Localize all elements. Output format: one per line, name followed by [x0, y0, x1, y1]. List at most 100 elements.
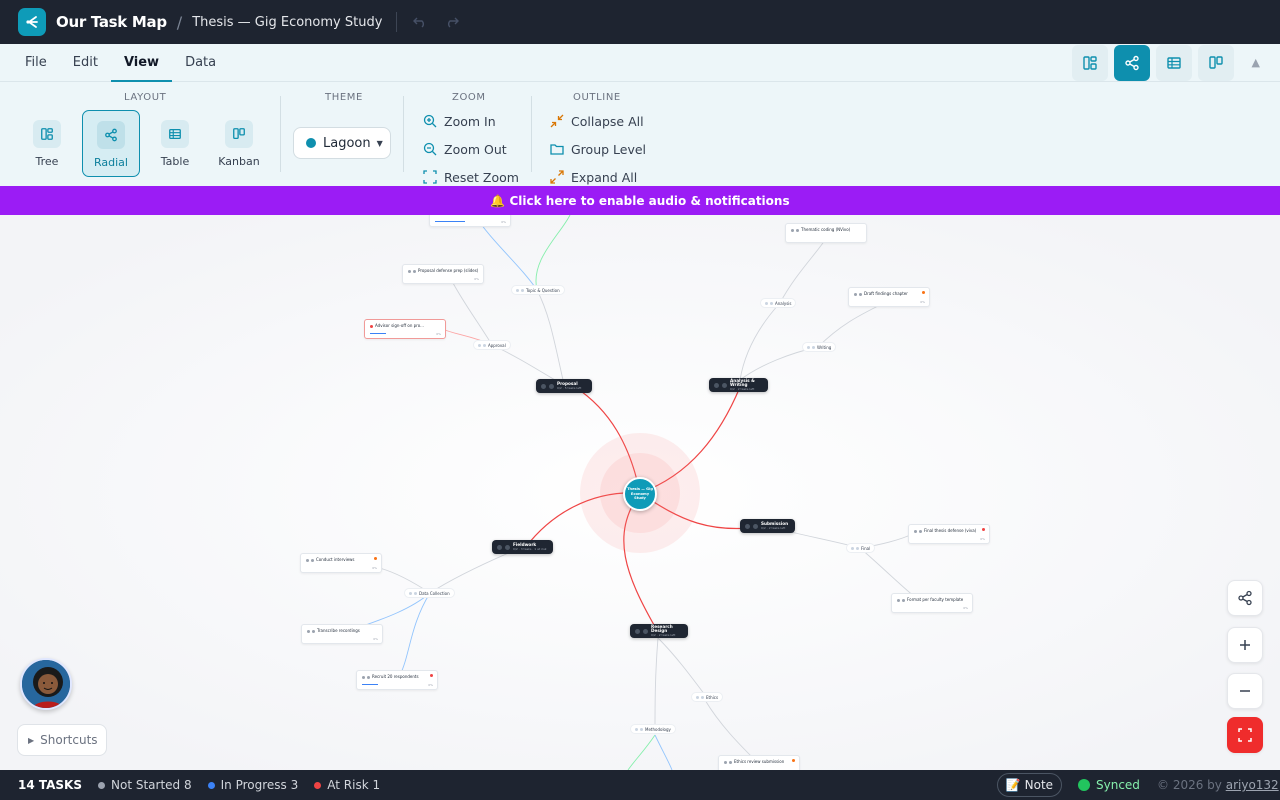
menu-edit[interactable]: Edit	[60, 44, 111, 81]
chevron-down-icon: ▼	[376, 138, 383, 148]
radial-view-icon[interactable]	[1114, 45, 1150, 81]
menu-view[interactable]: View	[110, 44, 173, 82]
branch-node-research-design[interactable]: Research Design 0/2 · 2 tasks left	[630, 624, 688, 638]
reset-zoom-icon	[423, 170, 437, 184]
task-label: Format per faculty template	[907, 597, 964, 602]
theme-select[interactable]: Lagoon ▼	[293, 127, 391, 159]
group-label: Writing	[817, 344, 832, 350]
branch-sub: 0/2 · 5 tasks left	[557, 386, 582, 391]
header-divider	[396, 12, 398, 32]
layout-kanban-label: Kanban	[218, 155, 260, 168]
menu-file[interactable]: File	[12, 44, 60, 81]
group-node-analysis[interactable]: Analysis	[760, 298, 797, 308]
kanban-view-icon[interactable]	[1198, 45, 1234, 81]
reset-zoom-label: Reset Zoom	[444, 169, 519, 185]
task-card[interactable]: Final thesis defense (viva) 0%	[908, 524, 990, 544]
group-node-final[interactable]: Final	[846, 543, 876, 553]
group-node-approval[interactable]: Approval	[473, 340, 511, 350]
status-in-progress[interactable]: In Progress 3	[207, 778, 298, 792]
expand-all-button[interactable]: Expand All	[550, 167, 637, 187]
group-level-button[interactable]: Group Level	[550, 139, 646, 159]
group-node-topic[interactable]: Topic & Question	[511, 285, 565, 295]
zoom-in-icon	[1240, 640, 1250, 650]
app-logo-icon[interactable]	[18, 8, 46, 36]
task-label: Draft findings chapter	[864, 291, 908, 296]
layout-tree-label: Tree	[35, 155, 59, 168]
layout-radial-button[interactable]: Radial	[82, 110, 140, 177]
task-card[interactable]: Format per faculty template 0%	[891, 593, 973, 613]
canvas-zoom-in-button[interactable]	[1227, 627, 1263, 663]
synced-icon	[1078, 779, 1090, 791]
layout-table-label: Table	[160, 155, 190, 168]
group-node-writing[interactable]: Writing	[802, 342, 837, 352]
copyright-prefix: © 2026 by	[1157, 778, 1222, 792]
layout-tree-button[interactable]: Tree	[18, 110, 76, 177]
status-at-risk[interactable]: At Risk 1	[314, 778, 380, 792]
copyright: © 2026 by ariyo132	[1157, 778, 1279, 792]
task-card[interactable]: Recruit 20 respondents 0%	[356, 670, 438, 690]
group-node-ethics[interactable]: Ethics	[691, 692, 724, 702]
collapse-all-button[interactable]: Collapse All	[550, 111, 644, 131]
enable-notifications-banner[interactable]: 🔔 Click here to enable audio & notificat…	[0, 186, 1280, 215]
share-button[interactable]	[1227, 580, 1263, 616]
table-view-icon[interactable]	[1156, 45, 1192, 81]
task-card[interactable]: Conduct interviews 0%	[300, 553, 382, 573]
assistant-avatar[interactable]	[20, 658, 72, 710]
group-node-methodology[interactable]: Methodology	[630, 724, 676, 734]
task-card[interactable]: Proposal defense prep (slides) 0%	[402, 264, 484, 284]
task-card[interactable]: Transcribe recordings 0%	[301, 624, 383, 644]
task-label: Transcribe recordings	[317, 628, 360, 633]
fullscreen-button[interactable]	[1227, 717, 1263, 753]
breadcrumb-separator: /	[176, 12, 183, 32]
menu-bar: File Edit View Data ▲	[0, 44, 1280, 82]
shortcuts-toggle[interactable]: ▶ Shortcuts	[17, 724, 107, 756]
theme-color-swatch	[306, 138, 316, 148]
zoom-out-icon	[1240, 690, 1250, 692]
branch-sub: 0/2 · 3 tasks · 1 at risk	[513, 547, 547, 552]
group-label: Final	[861, 545, 871, 551]
menu-data[interactable]: Data	[172, 44, 229, 81]
group-node-data-collection[interactable]: Data Collection	[404, 588, 455, 598]
group-label: Analysis	[775, 300, 792, 306]
branch-node-analysis[interactable]: Analysis & Writing 0/2 · 2 tasks left	[709, 378, 768, 392]
author-link[interactable]: ariyo132	[1226, 778, 1279, 792]
table-icon	[161, 120, 189, 148]
group-label: Methodology	[645, 726, 671, 732]
task-card[interactable]: Ethics review submission	[718, 755, 800, 770]
sync-status: Synced	[1078, 778, 1140, 792]
status-not-started[interactable]: Not Started 8	[98, 778, 192, 792]
group-level-label: Group Level	[571, 141, 647, 157]
ribbon-divider	[403, 96, 404, 172]
layout-kanban-button[interactable]: Kanban	[210, 110, 268, 177]
expand-all-label: Expand All	[571, 169, 638, 185]
canvas-zoom-out-button[interactable]	[1227, 673, 1263, 709]
mindmap-canvas[interactable]: 0% Thesis — Gig Economy Study Proposal 0/…	[0, 215, 1280, 770]
branch-node-fieldwork[interactable]: Fieldwork 0/2 · 3 tasks · 1 at risk	[492, 540, 553, 554]
branch-title: Research Design	[651, 623, 673, 633]
ribbon-divider	[531, 96, 532, 172]
tree-view-icon[interactable]	[1072, 45, 1108, 81]
redo-icon[interactable]	[445, 16, 460, 28]
note-button[interactable]: 📝 Note	[997, 773, 1062, 797]
task-card-cut[interactable]: 0%	[429, 215, 511, 227]
document-title[interactable]: Thesis — Gig Economy Study	[192, 15, 382, 30]
collapse-ribbon-icon[interactable]: ▲	[1252, 56, 1260, 69]
ribbon-toolbar: LAYOUT Tree Radial Table Kanban THEME La…	[0, 82, 1280, 186]
branch-node-proposal[interactable]: Proposal 0/2 · 5 tasks left	[536, 379, 592, 393]
task-label: Advisor sign-off on pro...	[375, 323, 424, 328]
zoom-out-button[interactable]: Zoom Out	[423, 139, 507, 159]
play-icon: ▶	[28, 735, 35, 745]
branch-node-submission[interactable]: Submission 0/2 · 2 tasks left	[740, 519, 795, 533]
undo-icon[interactable]	[413, 16, 427, 28]
group-label: Topic & Question	[526, 287, 560, 293]
task-card[interactable]: Thematic coding (NVivo)	[785, 223, 867, 243]
layout-table-button[interactable]: Table	[146, 110, 204, 177]
task-card-at-risk[interactable]: Advisor sign-off on pro... 0%	[364, 319, 446, 339]
share-icon	[1238, 590, 1252, 606]
zoom-in-button[interactable]: Zoom In	[423, 111, 496, 131]
mindmap-root-node[interactable]: Thesis — Gig Economy Study	[623, 477, 657, 511]
task-card[interactable]: Draft findings chapter 0%	[848, 287, 930, 307]
task-count: 14 TASKS	[18, 778, 83, 792]
reset-zoom-button[interactable]: Reset Zoom	[423, 167, 519, 187]
kanban-icon	[225, 120, 253, 148]
